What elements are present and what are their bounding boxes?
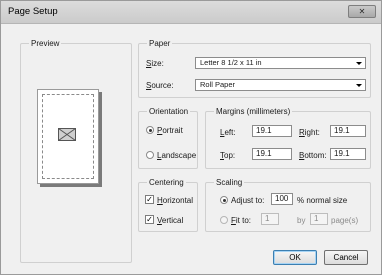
close-icon: ✕ [358, 7, 366, 16]
chevron-down-icon [356, 62, 362, 65]
adjust-to-input[interactable]: 100 [271, 193, 293, 205]
title-bar[interactable]: Page Setup ✕ [1, 1, 381, 24]
close-button[interactable]: ✕ [348, 5, 376, 18]
paper-source-value: Roll Paper [200, 80, 236, 89]
margins-legend: Margins (millimeters) [214, 107, 293, 116]
left-margin-value: 19.1 [256, 126, 272, 135]
paper-source-select[interactable]: Roll Paper [195, 79, 366, 91]
portrait-label[interactable]: Portrait [157, 126, 183, 135]
fit-by-label: by [297, 216, 306, 225]
checkmark-icon: ✓ [146, 195, 153, 204]
horizontal-checkbox[interactable]: ✓ [145, 195, 154, 204]
cancel-button[interactable]: Cancel [324, 250, 368, 265]
landscape-label[interactable]: Landscape [157, 151, 196, 160]
scaling-legend: Scaling [214, 178, 245, 187]
landscape-radio[interactable] [146, 151, 154, 159]
ok-button[interactable]: OK [273, 250, 317, 265]
fit-to-wide-value: 1 [265, 214, 270, 223]
fit-to-tall-value: 1 [314, 214, 319, 223]
adjust-to-value: 100 [275, 194, 289, 203]
source-label: Source: [146, 81, 174, 90]
orientation-group: Orientation [138, 107, 198, 169]
adjust-to-label[interactable]: Adjust to: [231, 196, 264, 205]
pages-label: page(s) [331, 216, 359, 225]
vertical-label[interactable]: Vertical [157, 216, 183, 225]
fit-to-tall-input[interactable]: 1 [310, 213, 328, 225]
orientation-legend: Orientation [147, 107, 191, 116]
page-setup-dialog: Page Setup ✕ Preview Paper Size: Letter … [0, 0, 382, 275]
preview-page [37, 89, 99, 184]
bottom-margin-input[interactable]: 19.1 [330, 148, 366, 160]
fit-to-label[interactable]: Fit to: [231, 216, 251, 225]
image-placeholder-icon [58, 128, 76, 141]
chevron-down-icon [356, 84, 362, 87]
dialog-title: Page Setup [8, 6, 58, 17]
right-margin-value: 19.1 [334, 126, 350, 135]
adjust-to-radio[interactable] [220, 196, 228, 204]
centering-legend: Centering [147, 178, 186, 187]
margins-group: Margins (millimeters) [205, 107, 371, 169]
left-margin-input[interactable]: 19.1 [252, 125, 292, 137]
paper-size-select[interactable]: Letter 8 1/2 x 11 in [195, 57, 366, 69]
horizontal-label[interactable]: Horizontal [157, 196, 193, 205]
vertical-checkbox[interactable]: ✓ [145, 215, 154, 224]
top-margin-label: Top: [220, 151, 236, 160]
fit-to-radio[interactable] [220, 216, 228, 224]
size-label: Size: [146, 59, 164, 68]
normal-size-label: % normal size [297, 196, 348, 205]
paper-size-value: Letter 8 1/2 x 11 in [200, 58, 262, 67]
portrait-radio[interactable] [146, 126, 154, 134]
right-margin-input[interactable]: 19.1 [330, 125, 366, 137]
bottom-margin-label: Bottom: [299, 151, 327, 160]
right-margin-label: Right: [299, 128, 320, 137]
checkmark-icon: ✓ [146, 215, 153, 224]
top-margin-input[interactable]: 19.1 [252, 148, 292, 160]
top-margin-value: 19.1 [256, 149, 272, 158]
bottom-margin-value: 19.1 [334, 149, 350, 158]
preview-legend: Preview [29, 39, 62, 48]
paper-legend: Paper [147, 39, 173, 48]
fit-to-wide-input[interactable]: 1 [261, 213, 279, 225]
left-margin-label: Left: [220, 128, 236, 137]
